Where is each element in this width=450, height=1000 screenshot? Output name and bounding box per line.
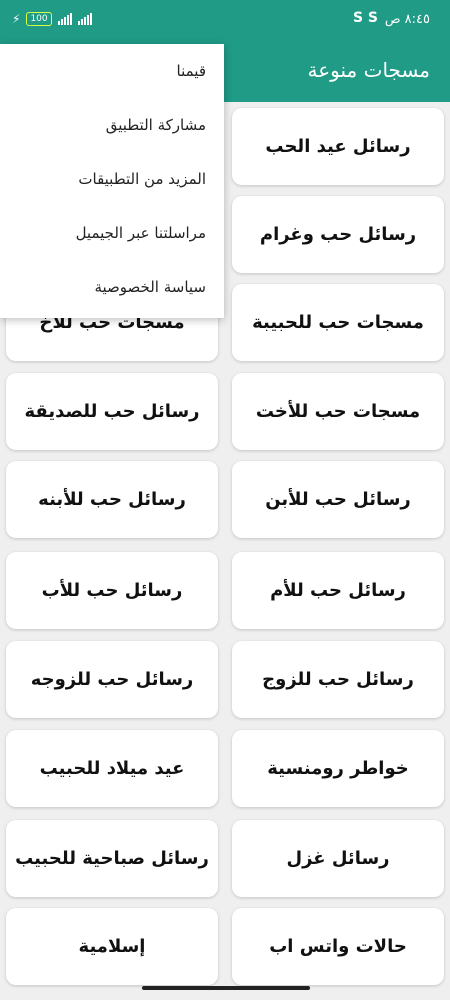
- card-romantic-thoughts[interactable]: خواطر رومنسية: [232, 730, 444, 807]
- menu-share-app[interactable]: مشاركة التطبيق: [0, 98, 224, 152]
- card-whatsapp-status[interactable]: حالات واتس اب: [232, 908, 444, 985]
- card-morning-lover[interactable]: رسائل صباحية للحبيب: [6, 820, 218, 897]
- card-love-friend[interactable]: رسائل حب للصديقة: [6, 373, 218, 450]
- card-birthday-lover[interactable]: عيد ميلاد للحبيب: [6, 730, 218, 807]
- menu-rate-us[interactable]: قيمنا: [0, 44, 224, 98]
- card-love-mother[interactable]: رسائل حب للأم: [232, 552, 444, 629]
- card-love-daughter[interactable]: رسائل حب للأبنه: [6, 461, 218, 538]
- menu-privacy-policy[interactable]: سياسة الخصوصية: [0, 260, 224, 314]
- signal-icon: [57, 13, 72, 25]
- battery-indicator: 100: [26, 12, 52, 26]
- charging-icon: ⚡: [12, 12, 21, 26]
- card-islamic[interactable]: إسلامية: [6, 908, 218, 985]
- card-love-wife[interactable]: رسائل حب للزوجه: [6, 641, 218, 718]
- page-title: مسجات منوعة: [307, 58, 430, 82]
- card-valentine-messages[interactable]: رسائل عيد الحب: [232, 108, 444, 185]
- card-love-girlfriend[interactable]: مسجات حب للحبيبة: [232, 284, 444, 361]
- menu-contact-gmail[interactable]: مراسلتنا عبر الجيميل: [0, 206, 224, 260]
- overflow-menu: قيمنا مشاركة التطبيق المزيد من التطبيقات…: [0, 44, 224, 318]
- menu-more-apps[interactable]: المزيد من التطبيقات: [0, 152, 224, 206]
- notification-icons: S S: [352, 10, 378, 26]
- card-love-father[interactable]: رسائل حب للأب: [6, 552, 218, 629]
- signal-icon-2: [77, 13, 92, 25]
- card-love-romance[interactable]: رسائل حب وغرام: [232, 196, 444, 273]
- status-bar: ⚡ 100 S S ٨:٤٥ ص: [0, 0, 450, 42]
- card-love-sister[interactable]: مسجات حب للأخت: [232, 373, 444, 450]
- status-left-icons: ⚡ 100: [12, 12, 92, 26]
- card-love-son[interactable]: رسائل حب للأبن: [232, 461, 444, 538]
- status-time: ٨:٤٥ ص: [384, 12, 430, 27]
- card-love-husband[interactable]: رسائل حب للزوج: [232, 641, 444, 718]
- home-indicator[interactable]: [142, 986, 310, 990]
- card-flirt-messages[interactable]: رسائل غزل: [232, 820, 444, 897]
